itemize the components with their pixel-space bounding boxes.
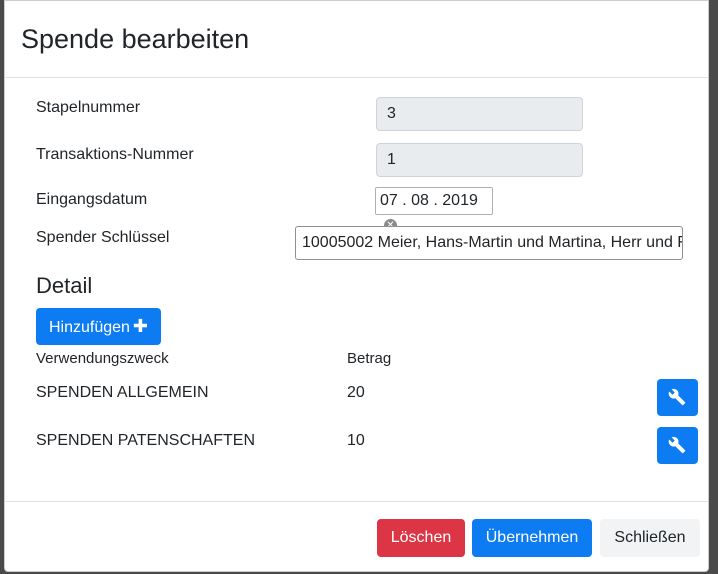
- edit-row-button[interactable]: [657, 379, 698, 416]
- modal-dialog: Spende bearbeiten Stapelnummer 3 Transak…: [4, 0, 709, 572]
- batch-number-field[interactable]: 3: [376, 97, 583, 131]
- wrench-icon: [668, 388, 686, 406]
- receipt-date-input[interactable]: 07 . 08 . 2019✕: [375, 187, 493, 232]
- apply-button[interactable]: Übernehmen: [472, 519, 592, 557]
- donor-key-label: Spender Schlüssel: [36, 229, 170, 246]
- modal-footer: Löschen Übernehmen Schließen: [5, 501, 708, 573]
- modal-title: Spende bearbeiten: [21, 24, 250, 54]
- receipt-date-label: Eingangsdatum: [36, 191, 148, 208]
- column-header-amount: Betrag: [347, 350, 392, 367]
- close-button[interactable]: Schließen: [600, 519, 700, 557]
- date-separator: .: [428, 192, 443, 209]
- table-row-purpose: SPENDEN PATENSCHAFTEN: [36, 432, 255, 449]
- table-row-amount: 20: [347, 384, 365, 401]
- donor-key-input[interactable]: 10005002 Meier, Hans-Martin und Martina,…: [295, 226, 683, 260]
- date-month[interactable]: 08: [411, 192, 429, 209]
- column-header-purpose: Verwendungszweck: [36, 350, 169, 367]
- transaction-number-label: Transaktions-Nummer: [36, 146, 194, 163]
- add-detail-label: Hinzufügen: [48, 319, 130, 336]
- delete-button[interactable]: Löschen: [377, 519, 465, 557]
- date-separator: .: [397, 192, 412, 209]
- table-row-purpose: SPENDEN ALLGEMEIN: [36, 384, 209, 401]
- detail-heading: Detail: [36, 273, 93, 298]
- table-row-amount: 10: [347, 432, 365, 449]
- add-detail-button[interactable]: Hinzufügen ✚: [36, 308, 161, 345]
- date-day[interactable]: 07: [380, 192, 398, 209]
- edit-row-button[interactable]: [657, 427, 698, 464]
- batch-number-label: Stapelnummer: [36, 99, 141, 116]
- wrench-icon: [668, 436, 686, 454]
- plus-icon: ✚: [132, 316, 149, 336]
- transaction-number-field[interactable]: 1: [376, 143, 583, 177]
- date-year[interactable]: 2019: [442, 192, 478, 209]
- modal-header: Spende bearbeiten: [5, 1, 708, 78]
